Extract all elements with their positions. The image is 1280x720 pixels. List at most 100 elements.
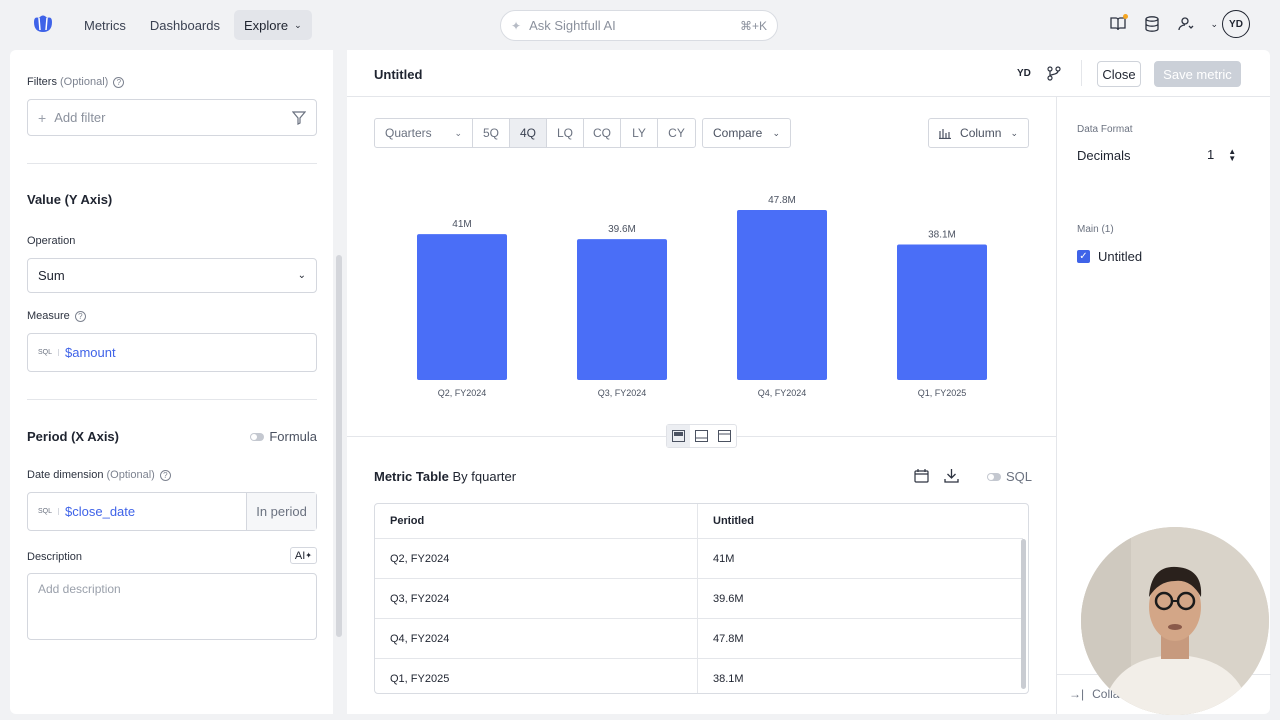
table-row: Q3, FY2024 39.6M [375,579,1023,619]
data-label-1: 39.6M [608,224,636,235]
decimals-label: Decimals [1077,148,1131,163]
webcam-overlay [1081,527,1269,715]
stepper-arrows-icon: ▲ ▼ [1228,146,1237,163]
layout-chart-icon[interactable] [713,425,736,447]
date-dim-label-text: Date dimension [27,469,104,481]
table-row: Q2, FY2024 41M [375,539,1023,579]
period-lq[interactable]: LQ [547,119,584,147]
table-cell: Q4, FY2024 [375,619,698,658]
measure-value: $amount [65,345,116,360]
nav-metrics[interactable]: Metrics [74,10,136,40]
description-input[interactable]: Add description [27,573,317,640]
in-period-button[interactable]: In period [246,493,316,530]
help-icon[interactable]: ? [113,76,125,88]
search-input[interactable]: ✦ Ask Sightfull AI ⌘+K [500,10,778,41]
table-row: Q4, FY2024 47.8M [375,619,1023,659]
period-5q[interactable]: 5Q [473,119,510,147]
data-label-3: 38.1M [928,229,956,240]
column-header-untitled[interactable]: Untitled [698,515,754,527]
sql-toggle[interactable]: SQL [987,469,1032,484]
help-icon[interactable]: ? [159,469,171,481]
period-dropdown-label: Quarters [385,126,432,140]
bar-3[interactable] [897,244,987,380]
metric-editor-panel: Filters (Optional)? + Add filter Value (… [10,50,333,714]
bar-0[interactable] [417,234,507,380]
layout-split-icon[interactable] [667,425,690,447]
help-icon[interactable]: ? [74,310,86,322]
sparkle-icon: ✦ [511,18,522,33]
operation-select[interactable]: Sum ⌄ [27,258,317,293]
bar-1[interactable] [577,239,667,380]
sql-tag: SQL [38,508,60,515]
formula-toggle[interactable]: Formula [250,429,317,444]
table-scrollbar[interactable] [1021,539,1026,689]
metric-table: Period Untitled Q2, FY2024 41M Q3, FY2024… [374,503,1029,694]
bar-chart: 41M Q2, FY2024 39.6M Q3, FY2024 47.8M Q4, FY2… [417,195,987,398]
filters-label-text: Filters [27,76,57,88]
left-scrollbar[interactable] [336,255,342,637]
column-chart-icon [939,128,951,139]
chevron-down-icon: ⌄ [772,127,780,138]
table-cell: 47.8M [713,632,744,645]
operation-value: Sum [38,268,65,283]
add-filter-button[interactable]: + Add filter [27,99,317,136]
sql-toggle-label: SQL [1006,469,1033,484]
ai-button-label: AI [294,549,306,562]
logo-icon[interactable] [30,12,56,36]
table-group-by: By fquarter [452,469,517,484]
table-cell: Q3, FY2024 [375,579,698,618]
data-label-0: 41M [452,219,471,230]
bar-2[interactable] [737,210,827,380]
description-label: Description [27,551,83,563]
book-icon[interactable] [1108,14,1129,34]
compare-label: Compare [713,126,763,140]
download-icon[interactable] [944,468,959,483]
period-cy[interactable]: CY [658,119,695,147]
x-tick-label-1: Q3, FY2024 [598,388,647,398]
period-4q[interactable]: 4Q [510,119,547,147]
chart-type-label: Column [960,126,1002,140]
plus-icon: + [38,109,47,126]
table-header-row: Period Untitled [375,504,1023,539]
chevron-down-icon: ⌄ [1010,127,1018,138]
date-dimension-value: $close_date [65,504,136,519]
close-button[interactable]: Close [1097,61,1141,87]
sparkle-icon: ✦ [305,551,312,560]
ai-generate-button[interactable]: AI ✦ [289,547,317,564]
calendar-icon[interactable] [914,469,929,483]
chevron-down-icon: ⌄ [454,127,462,138]
user-initials: YD [1017,68,1031,79]
branch-icon[interactable] [1047,66,1061,81]
period-selector: Quarters ⌄ 5Q 4Q LQ CQ LY CY [374,118,696,148]
table-cell: Q1, FY2025 [375,659,698,693]
database-icon[interactable] [1142,14,1162,34]
table-cell: 41M [713,552,735,565]
table-cell: 38.1M [713,673,744,685]
period-cq[interactable]: CQ [584,119,621,147]
layout-table-icon[interactable] [690,425,713,447]
user-menu[interactable]: ⌄ YD [1210,10,1250,38]
decimals-stepper[interactable]: 1 ▲ ▼ [1207,147,1236,162]
metric-title[interactable]: Untitled [374,67,422,82]
column-header-period[interactable]: Period [375,504,698,538]
user-switch-icon[interactable] [1176,14,1196,34]
measure-field[interactable]: SQL $amount [27,333,317,372]
compare-dropdown[interactable]: Compare ⌄ [702,118,791,148]
date-dimension-field[interactable]: SQL $close_date In period [27,492,317,531]
presenter-video [1081,527,1269,715]
main-group-label: Main (1) [1077,224,1114,235]
operation-label: Operation [27,235,76,247]
period-ly[interactable]: LY [621,119,658,147]
divider [1081,60,1082,86]
save-metric-button[interactable]: Save metric [1154,61,1241,87]
chevron-down-icon: ⌄ [1210,18,1218,29]
divider [27,163,317,164]
series-checkbox[interactable]: ✓ Untitled [1077,249,1142,264]
period-dropdown[interactable]: Quarters ⌄ [375,119,473,147]
x-tick-label-3: Q1, FY2025 [918,388,967,398]
x-tick-label-2: Q4, FY2024 [758,388,807,398]
toggle-switch [987,472,1001,481]
nav-dashboards[interactable]: Dashboards [140,10,230,40]
chart-type-dropdown[interactable]: Column ⌄ [928,118,1029,148]
nav-explore[interactable]: Explore ⌄ [234,10,312,40]
